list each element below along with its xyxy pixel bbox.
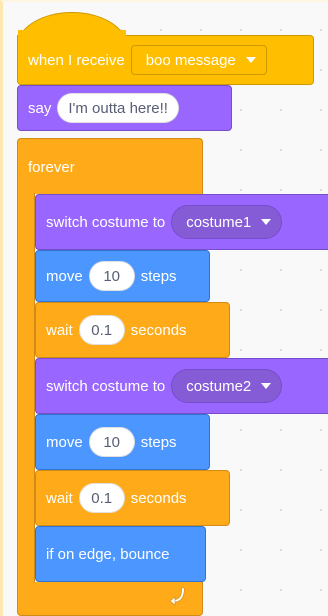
seconds-label: seconds — [130, 321, 187, 339]
forever-block-bottom[interactable] — [17, 582, 203, 616]
switch-costume-label: switch costume to — [46, 377, 166, 395]
steps-input-1[interactable]: 10 — [88, 261, 135, 291]
seconds-label: seconds — [130, 489, 187, 507]
steps-label: steps — [140, 433, 177, 451]
caret-down-icon — [261, 383, 272, 389]
say-text-input[interactable]: I'm outta here!! — [57, 93, 179, 123]
costume-dropdown-2[interactable]: costume2 — [171, 369, 283, 403]
seconds-input-2[interactable]: 0.1 — [78, 483, 125, 513]
loop-arrow-icon — [169, 587, 185, 606]
bounce-block[interactable]: if on edge, bounce — [35, 526, 206, 582]
wait-seconds-block-2[interactable]: wait 0.1 seconds — [35, 470, 230, 526]
costume-value: costume1 — [186, 213, 252, 231]
wait-label: wait — [46, 489, 73, 507]
switch-costume-label: switch costume to — [46, 213, 166, 231]
switch-costume-block-1[interactable]: switch costume to costume1 — [35, 194, 328, 250]
wait-seconds-block-1[interactable]: wait 0.1 seconds — [35, 302, 230, 358]
message-dropdown[interactable]: boo message — [130, 45, 267, 75]
caret-down-icon — [245, 57, 256, 63]
costume-dropdown-1[interactable]: costume1 — [171, 205, 283, 239]
caret-down-icon — [261, 219, 272, 225]
switch-costume-block-2[interactable]: switch costume to costume2 — [35, 358, 328, 414]
forever-block-arm[interactable] — [17, 193, 35, 593]
costume-value: costume2 — [186, 377, 252, 395]
move-steps-block-2[interactable]: move 10 steps — [35, 414, 210, 470]
wait-label: wait — [46, 321, 73, 339]
forever-label: forever — [28, 159, 75, 176]
move-steps-block-1[interactable]: move 10 steps — [35, 250, 210, 302]
when-i-receive-block[interactable]: when I receive boo message — [17, 35, 314, 85]
say-block[interactable]: say I'm outta here!! — [17, 85, 232, 131]
say-label: say — [28, 99, 52, 117]
bounce-label: if on edge, bounce — [46, 545, 170, 563]
move-label: move — [46, 433, 83, 451]
when-i-receive-label: when I receive — [28, 51, 125, 69]
steps-label: steps — [140, 267, 177, 285]
message-value: boo message — [145, 51, 236, 69]
hat-cap-join — [18, 30, 126, 40]
move-label: move — [46, 267, 83, 285]
forever-block[interactable]: forever — [17, 138, 203, 194]
seconds-input-1[interactable]: 0.1 — [78, 315, 125, 345]
steps-input-2[interactable]: 10 — [88, 427, 135, 457]
